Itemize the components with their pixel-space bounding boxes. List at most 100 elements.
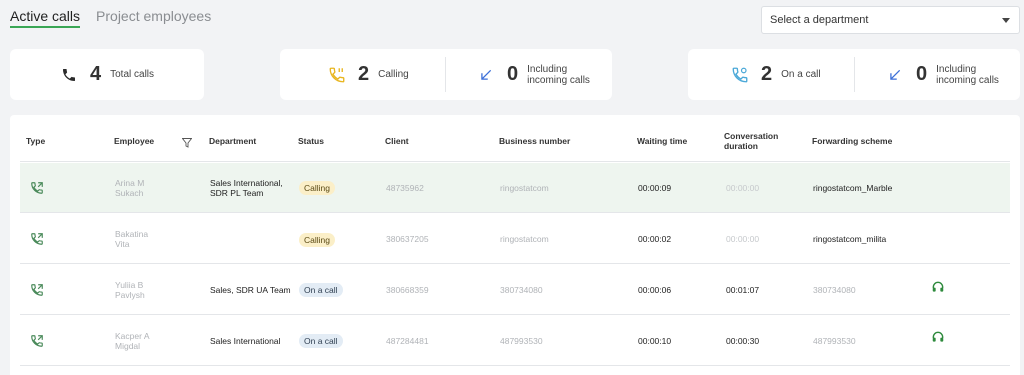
conversation-duration: 00:00:00 (726, 183, 760, 193)
on-call-incoming-label: Including incoming calls (936, 64, 999, 86)
card-divider (854, 57, 855, 92)
active-calls-table: Type Employee Department Status Client B… (10, 115, 1020, 375)
business-number: 380734080 (500, 285, 543, 295)
client-number[interactable]: 380637205 (386, 234, 429, 244)
department-select-placeholder: Select a department (770, 14, 869, 26)
total-calls-stat: 4 Total calls (60, 49, 154, 100)
waiting-time: 00:00:09 (638, 183, 672, 193)
calling-stat: 2 Calling (328, 49, 409, 100)
forwarding-scheme: 487993530 (813, 336, 856, 346)
table-row[interactable]: Bakatina Vita Calling 380637205 ringosta… (20, 214, 1010, 264)
headset-icon[interactable] (931, 330, 945, 344)
filter-icon[interactable] (181, 135, 193, 148)
status-badge: On a call (299, 334, 343, 348)
incoming-arrow-icon (477, 66, 495, 84)
on-a-call-stat: 2 On a call (731, 49, 821, 100)
forwarding-scheme: ringostatcom_Marble (813, 183, 893, 193)
calling-card: 2 Calling 0 Including incoming calls (280, 49, 612, 100)
column-header-client: Client (385, 136, 409, 146)
conversation-duration: 00:00:00 (726, 234, 760, 244)
on-a-call-card: 2 On a call 0 Including incoming calls (688, 49, 1020, 100)
tab-active-calls[interactable]: Active calls (10, 8, 81, 28)
department-cell: Sales, SDR UA Team (210, 285, 291, 295)
status-badge: On a call (299, 283, 343, 297)
calling-incoming-count: 0 (507, 63, 519, 85)
status-badge: Calling (299, 233, 335, 247)
column-header-conversation-line2: duration (724, 141, 758, 151)
outgoing-call-icon (30, 232, 44, 246)
client-number[interactable]: 380668359 (386, 285, 429, 295)
department-select[interactable]: Select a department (761, 6, 1020, 34)
phone-active-icon (731, 66, 749, 84)
conversation-duration: 00:00:30 (726, 336, 760, 346)
column-header-employee: Employee (114, 136, 155, 146)
on-a-call-label: On a call (781, 69, 821, 80)
forwarding-scheme: ringostatcom_milita (813, 234, 887, 244)
employee-name-line1: Arina M (115, 178, 145, 188)
column-header-status: Status (298, 136, 324, 146)
business-number: ringostatcom (500, 234, 549, 244)
column-header-business-number: Business number (499, 136, 571, 146)
status-badge: Calling (299, 181, 335, 195)
table-row[interactable]: Yuliia B Pavlysh Sales, SDR UA Team On a… (20, 265, 1010, 315)
waiting-time: 00:00:06 (638, 285, 672, 295)
headset-icon[interactable] (931, 280, 945, 294)
employee-name-line2: Pavlysh (115, 290, 145, 300)
calling-incoming-stat: 0 Including incoming calls (477, 49, 590, 100)
table-row[interactable]: Arina M Sukach Sales International, SDR … (20, 163, 1010, 213)
department-cell: Sales International (210, 336, 281, 346)
business-number: ringostatcom (500, 183, 549, 193)
ringing-phone-icon (328, 66, 346, 84)
incoming-arrow-icon (886, 66, 904, 84)
total-calls-count: 4 (90, 63, 102, 85)
employee-name-line1: Bakatina (115, 229, 149, 239)
outgoing-call-icon (30, 283, 44, 297)
employee-name[interactable]: Bakatina Vita (115, 229, 148, 249)
column-header-department: Department (209, 136, 257, 146)
forwarding-scheme: 380734080 (813, 285, 856, 295)
waiting-time: 00:00:10 (638, 336, 672, 346)
card-divider (445, 57, 446, 92)
department-cell: Sales International, SDR PL Team (210, 178, 283, 198)
employee-name-line1: Yuliia B (115, 280, 144, 290)
table-row[interactable]: Kacper A Migdal Sales International On a… (20, 316, 1010, 366)
client-number[interactable]: 487284481 (386, 336, 429, 346)
on-a-call-count: 2 (761, 63, 773, 85)
conversation-duration: 00:01:07 (726, 285, 760, 295)
department-line2: SDR PL Team (210, 188, 264, 198)
column-header-type: Type (26, 136, 46, 146)
business-number: 487993530 (500, 336, 543, 346)
calling-label: Calling (378, 69, 409, 80)
on-call-incoming-count: 0 (916, 63, 928, 85)
total-calls-label: Total calls (110, 69, 155, 80)
employee-name-line2: Vita (115, 239, 130, 249)
employee-name[interactable]: Kacper A Migdal (115, 331, 150, 351)
phone-icon (60, 66, 78, 84)
calling-incoming-label: Including incoming calls (527, 64, 590, 86)
calling-count: 2 (358, 63, 370, 85)
outgoing-call-icon (30, 181, 44, 195)
employee-name[interactable]: Arina M Sukach (115, 178, 144, 198)
department-line1: Sales International, (210, 178, 283, 188)
column-header-conversation-duration: Conversation duration (724, 131, 778, 151)
client-number[interactable]: 48735962 (386, 183, 424, 193)
employee-name-line2: Migdal (115, 341, 141, 351)
employee-name-line1: Kacper A (115, 331, 150, 341)
tab-project-employees[interactable]: Project employees (96, 8, 211, 28)
header-divider (20, 161, 1010, 162)
column-header-conversation-line1: Conversation (724, 131, 779, 141)
column-header-forwarding-scheme: Forwarding scheme (812, 136, 893, 146)
on-call-incoming-stat: 0 Including incoming calls (886, 49, 999, 100)
calling-incoming-label-line2: incoming calls (527, 74, 590, 86)
calling-incoming-label-line1: Including (527, 63, 568, 75)
employee-name[interactable]: Yuliia B Pavlysh (115, 280, 145, 300)
column-header-waiting-time: Waiting time (637, 136, 688, 146)
waiting-time: 00:00:02 (638, 234, 672, 244)
total-calls-card: 4 Total calls (10, 49, 204, 100)
tab-bar: Active calls Project employees (10, 8, 211, 28)
outgoing-call-icon (30, 334, 44, 348)
chevron-down-icon (1002, 18, 1010, 23)
employee-name-line2: Sukach (115, 188, 144, 198)
on-call-incoming-label-line1: Including (936, 63, 977, 75)
on-call-incoming-label-line2: incoming calls (936, 74, 999, 86)
